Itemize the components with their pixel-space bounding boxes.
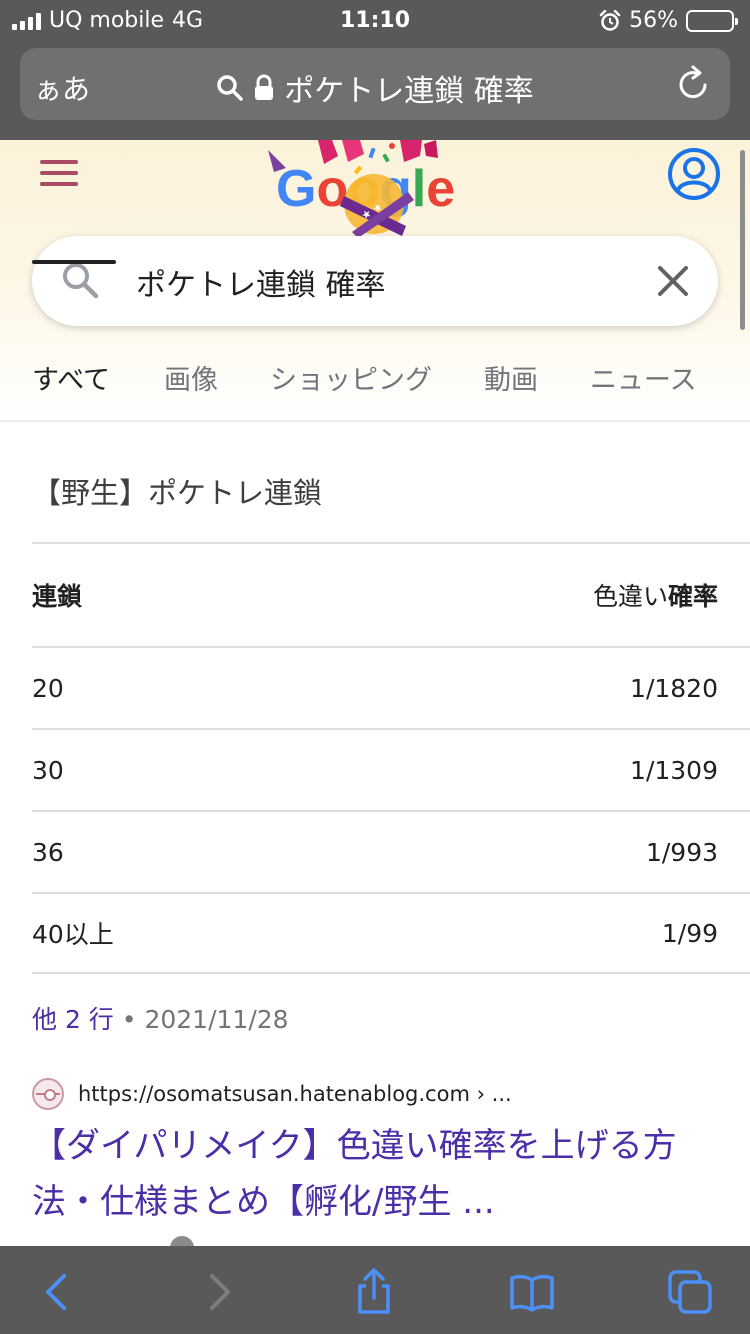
lock-icon [255,74,274,100]
favicon-icon [32,1078,64,1110]
table-row: 40以上 1/99 [32,892,750,974]
result-url[interactable]: https://osomatsusan.hatenablog.com › ... [78,1082,512,1106]
table-cell-rate: 1/1820 [630,673,718,703]
url-text: ポケトレ連鎖 確率 [284,74,534,109]
search-icon [63,263,99,299]
battery-icon [686,9,738,32]
battery-percent: 56% [629,8,678,33]
table-row: 20 1/1820 [32,646,750,728]
more-rows-link[interactable]: 他 2 行 [32,1005,114,1034]
snippet-title: 【野生】ポケトレ連鎖 [32,476,323,510]
status-bar: UQ mobile 4G 11:10 56% [0,0,750,40]
tabs-icon[interactable] [666,1268,714,1316]
reload-icon[interactable] [674,64,714,104]
table-cell-rate: 1/993 [645,837,718,867]
account-icon[interactable] [666,146,722,202]
column-header-rate: 色違い確率 [592,582,718,611]
snippet-table: 連鎖 色違い確率 20 1/1820 30 1/1309 36 1/993 40… [32,542,750,974]
result-cite[interactable]: https://osomatsusan.hatenablog.com › ... [32,1078,512,1110]
search-box[interactable]: ポケトレ連鎖 確率 [32,236,718,326]
table-cell-rate: 1/1309 [630,755,718,785]
separator-dot: • [121,1005,137,1034]
table-header: 連鎖 色違い確率 [32,542,750,646]
google-doodle[interactable]: Google ★ ★ [260,140,490,238]
table-row: 30 1/1309 [32,728,750,810]
table-cell-chain: 40以上 [32,920,114,949]
search-icon [217,75,243,101]
tab-videos[interactable]: 動画 [484,358,538,397]
snippet-date: 2021/11/28 [144,1005,289,1034]
browser-toolbar [0,1246,750,1334]
status-right: 56% [599,8,738,33]
search-input[interactable]: ポケトレ連鎖 確率 [136,260,386,304]
close-icon[interactable] [650,258,696,304]
active-tab-indicator [32,260,116,264]
table-cell-chain: 36 [32,837,64,867]
tab-images[interactable]: 画像 [164,358,218,397]
tab-shopping[interactable]: ショッピング [270,358,432,397]
table-cell-chain: 30 [32,755,64,785]
forward-icon[interactable] [194,1268,242,1316]
share-icon[interactable] [350,1268,398,1316]
header-divider [0,420,750,422]
back-icon[interactable] [34,1268,82,1316]
tab-all[interactable]: すべて [32,358,110,397]
result-title-link[interactable]: 【ダイパリメイク】色違い確率を上げる方法・仕様まとめ【孵化/野生 ... [32,1118,722,1230]
menu-icon[interactable] [40,160,80,190]
search-tabs: すべて 画像 ショッピング 動画 ニュース [0,352,750,412]
browser-top-chrome: UQ mobile 4G 11:10 56% ぁあ ポケトレ連鎖 確率 [0,0,750,140]
address-bar-center[interactable]: ポケトレ連鎖 確率 [20,66,730,110]
scrollbar[interactable] [740,150,745,330]
google-header: Google ★ ★ ポケトレ連鎖 確率 すべて 画像 ショッピング 動画 ニュ… [0,140,750,420]
table-cell-chain: 20 [32,673,64,703]
tab-news[interactable]: ニュース [590,358,697,397]
table-row: 36 1/993 [32,810,750,892]
column-header-chain: 連鎖 [32,582,83,611]
alarm-icon [599,9,621,31]
bookmarks-icon[interactable] [508,1268,556,1316]
more-rows-line: 他 2 行 • 2021/11/28 [32,1000,289,1036]
table-cell-rate: 1/99 [661,918,718,948]
address-bar[interactable]: ぁあ ポケトレ連鎖 確率 [20,48,730,120]
